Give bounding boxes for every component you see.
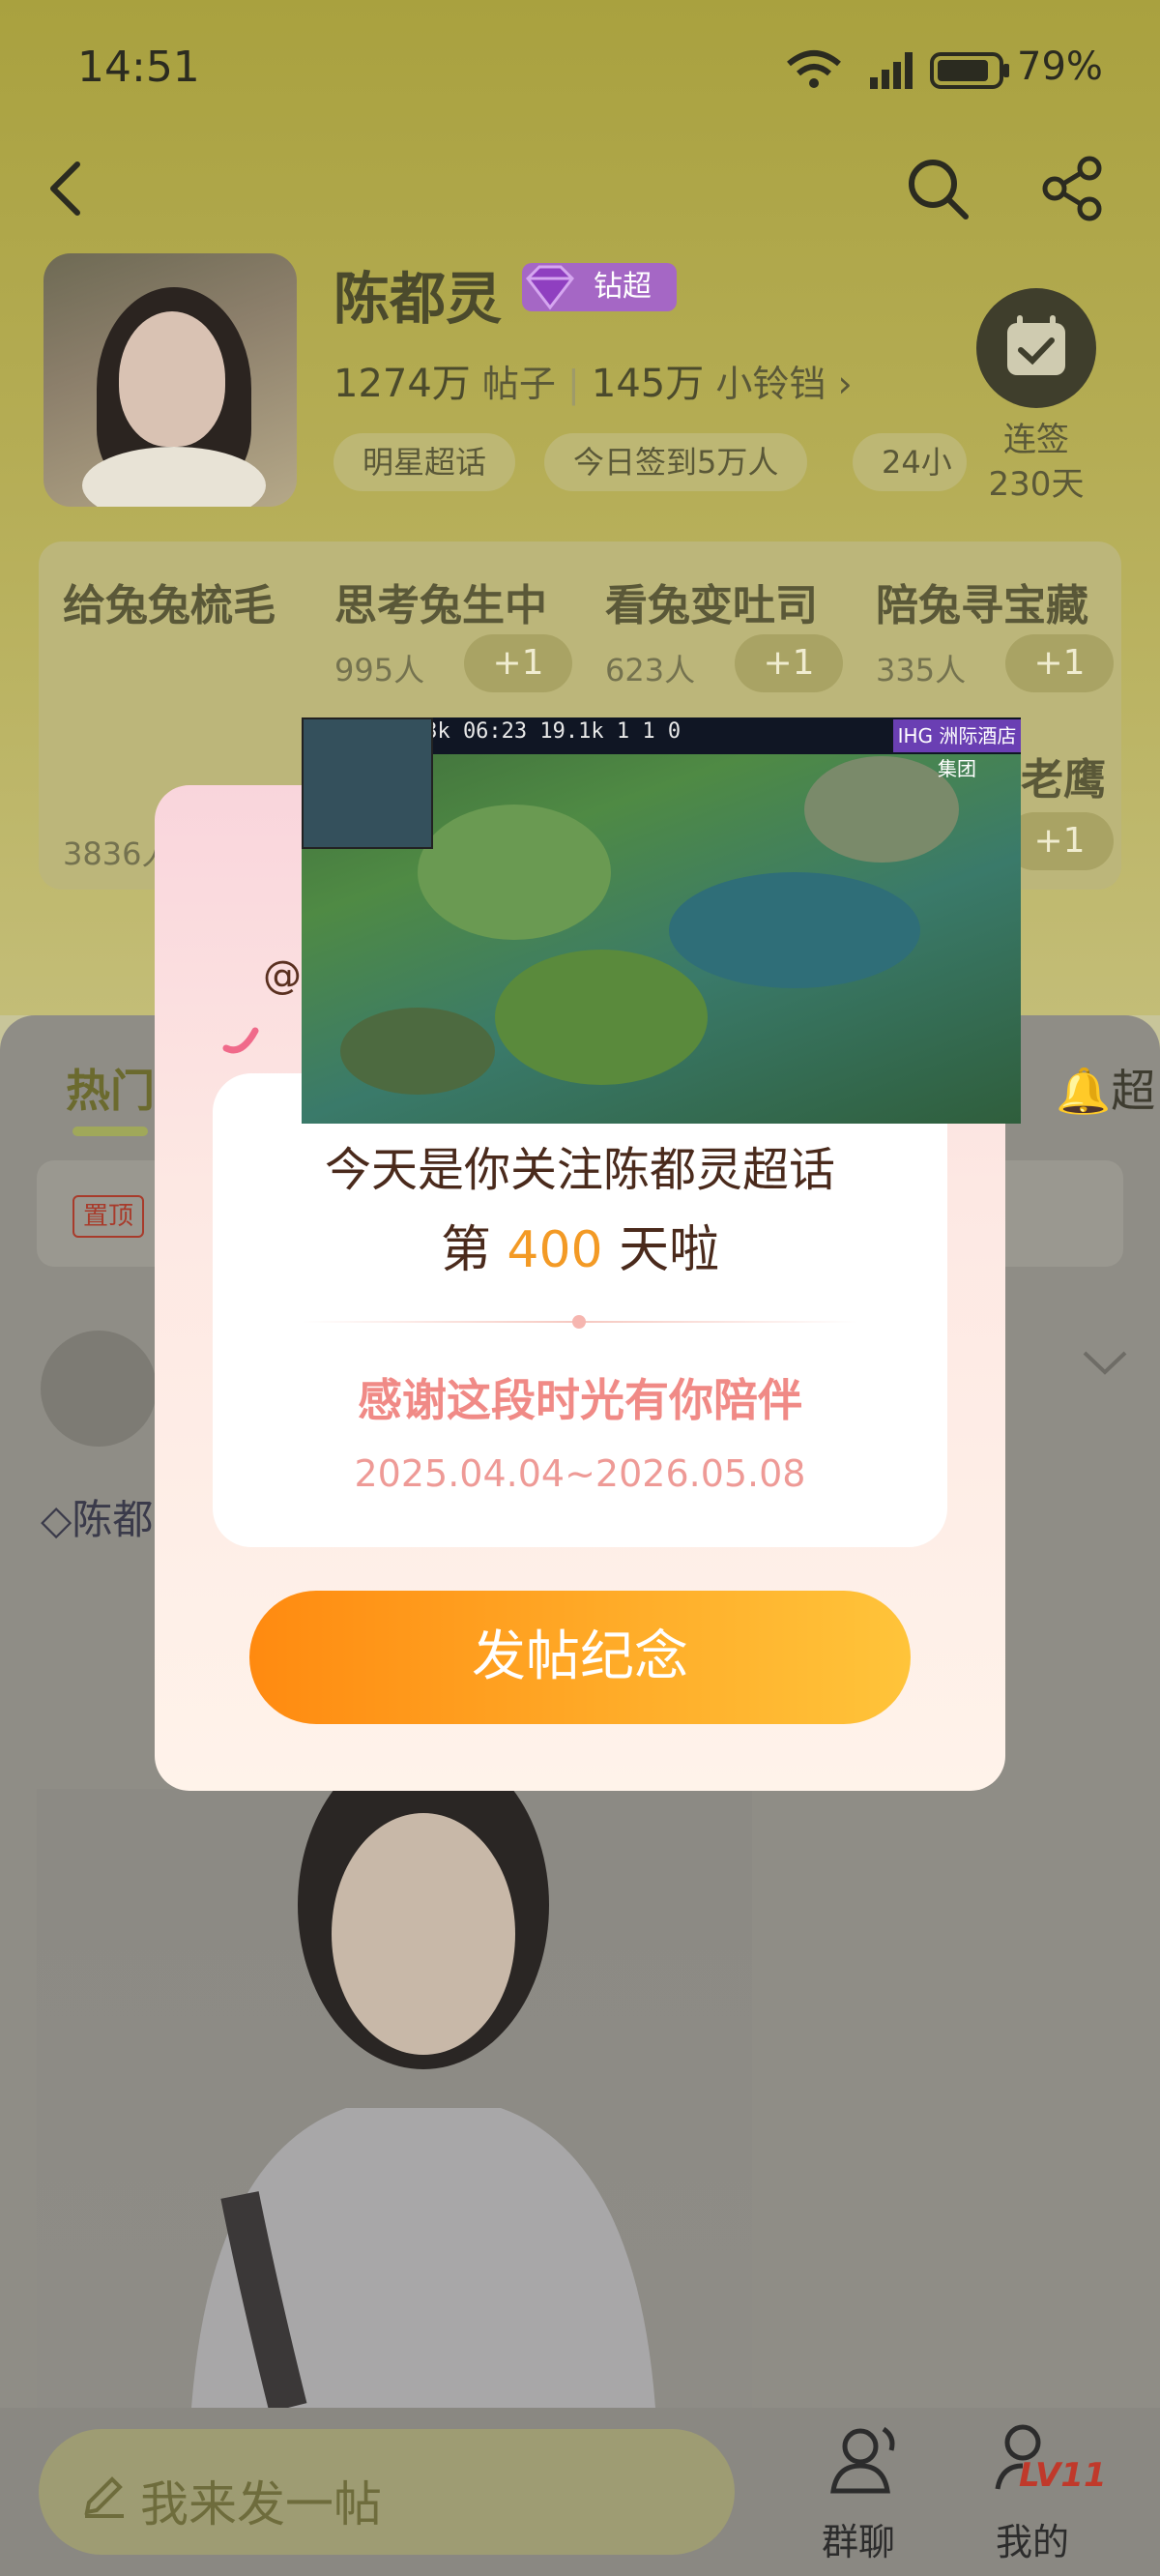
active-tab-indicator — [72, 1127, 148, 1136]
topic-title: 给兔兔梳毛 — [63, 581, 276, 630]
topic-avatar[interactable] — [44, 253, 297, 507]
battery-percentage: 79% — [1017, 44, 1103, 89]
chevron-down-icon[interactable] — [1081, 1349, 1129, 1378]
post-author-name[interactable]: ◇陈都 — [41, 1487, 153, 1546]
status-time: 14:51 — [77, 43, 200, 92]
plus-one-button[interactable]: +1 — [1005, 812, 1114, 870]
follow-message: 今天是你关注陈都灵超话 — [324, 1143, 835, 1197]
compose-placeholder: 我来发一帖 — [140, 2476, 382, 2532]
checkin-label-line1: 连签 — [1003, 421, 1069, 459]
topic-stats: 1274万 帖子 | 145万 小铃铛 › — [334, 362, 853, 406]
post-image[interactable] — [37, 1741, 752, 2413]
chip-today-checkin[interactable]: 今日签到5万人 — [544, 433, 808, 491]
thanks-message: 感谢这段时光有你陪伴 — [358, 1374, 802, 1426]
days-message: 第 400 天啦 — [213, 1209, 947, 1281]
me-label[interactable]: 我的 — [996, 2512, 1069, 2565]
plus-one-button[interactable]: +1 — [735, 634, 843, 692]
portrait-illustration — [191, 1741, 655, 2413]
checkin-button[interactable] — [976, 288, 1096, 408]
topic-count: 623人 — [605, 652, 696, 688]
bell-icon: 🔔 — [1056, 1065, 1112, 1117]
topic-title: 思考兔生中 — [334, 581, 547, 630]
wifi-icon — [787, 50, 841, 88]
topic-title: 老鹰 — [1021, 755, 1106, 805]
pencil-icon — [84, 2476, 124, 2518]
group-chat-icon[interactable] — [824, 2417, 907, 2501]
chevron-right-icon: › — [837, 363, 853, 405]
posts-label: 帖子 — [481, 363, 556, 405]
search-icon[interactable] — [904, 155, 972, 222]
game-sponsor-badge: IHG 洲际酒店集团 — [893, 719, 1021, 780]
members-count: 145万 — [591, 362, 705, 406]
level-badge: LV11 — [1019, 2456, 1107, 2495]
members-label[interactable]: 小铃铛 — [715, 363, 826, 405]
posts-count: 1274万 — [334, 362, 471, 406]
date-range: 2025.04.04~2026.05.08 — [354, 1452, 806, 1495]
post-author-avatar[interactable] — [41, 1331, 157, 1447]
ribbon-decoration — [222, 1027, 261, 1054]
back-arrow-icon[interactable] — [39, 155, 97, 222]
days-suffix: 天啦 — [619, 1221, 720, 1279]
post-commemoration-button[interactable]: 发帖纪念 — [249, 1591, 911, 1724]
calendar-check-icon — [1007, 315, 1065, 375]
cellular-signal-icon — [870, 52, 913, 89]
plus-one-button[interactable]: +1 — [1005, 634, 1114, 692]
tab-hot[interactable]: 热门 — [66, 1056, 155, 1120]
pinned-badge: 置顶 — [72, 1195, 144, 1238]
group-chat-label[interactable]: 群聊 — [822, 2512, 895, 2565]
days-count: 400 — [507, 1221, 603, 1279]
at-symbol: @ — [263, 953, 302, 998]
page-title: 陈都灵 — [334, 266, 503, 332]
post-author-name-text: 陈都 — [72, 1496, 154, 1543]
game-minimap — [302, 717, 433, 849]
topic-count: 995人 — [334, 652, 425, 688]
diamond-icon: ◇ — [41, 1496, 72, 1543]
chip-star-topic[interactable]: 明星超话 — [334, 433, 516, 491]
tab-super-label: 超 — [1111, 1065, 1156, 1117]
topic-title: 看兔变吐司 — [605, 581, 818, 630]
diamond-icon — [526, 265, 574, 310]
checkin-label-line2: 230天 — [988, 465, 1085, 504]
share-icon[interactable] — [1039, 155, 1107, 222]
topic-count: 335人 — [876, 652, 967, 688]
topic-title: 陪兔寻宝藏 — [876, 581, 1088, 630]
days-prefix: 第 — [440, 1221, 491, 1279]
battery-icon — [930, 52, 1009, 89]
checkin-streak-label: 连签 230天 — [967, 418, 1106, 507]
plus-one-button[interactable]: +1 — [464, 634, 572, 692]
heart-icon — [572, 1315, 586, 1329]
tab-super[interactable]: 🔔超 — [1056, 1056, 1155, 1120]
chip-24h[interactable]: 24小 — [853, 433, 967, 491]
